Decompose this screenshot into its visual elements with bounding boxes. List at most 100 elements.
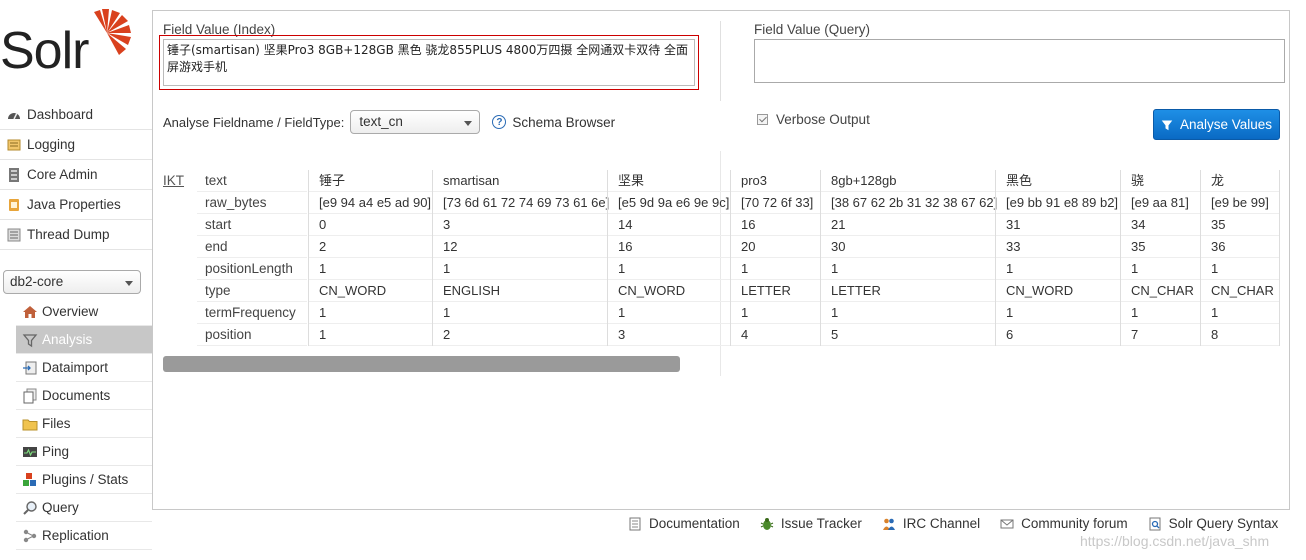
issue-tracker-link[interactable]: Issue Tracker: [760, 516, 862, 531]
token-cell: CN_WORD: [309, 280, 432, 302]
core-item-analysis[interactable]: Analysis: [16, 326, 152, 354]
analyse-values-button[interactable]: Analyse Values: [1153, 109, 1280, 140]
footer-link-label: IRC Channel: [902, 516, 981, 531]
logo-text: Solr: [0, 22, 89, 80]
solr-logo[interactable]: Solr: [0, 8, 140, 78]
nav-label: Core Admin: [27, 167, 98, 182]
token-cell: 骁: [1121, 170, 1200, 192]
token-cell: [e9 94 a4 e5 ad 90]: [309, 192, 432, 214]
token-column: 锤子 [e9 94 a4 e5 ad 90] 0 2 1 CN_WORD 1 1: [308, 170, 432, 346]
token-cell: 0: [309, 214, 432, 236]
core-item-documents[interactable]: Documents: [16, 382, 152, 410]
token-cell: 1: [731, 258, 820, 280]
nav-item-dashboard[interactable]: Dashboard: [0, 100, 152, 130]
query-field-input[interactable]: [754, 39, 1285, 83]
tokenizer-name[interactable]: IKT: [163, 173, 184, 188]
solr-query-syntax-link[interactable]: Solr Query Syntax: [1148, 516, 1278, 531]
token-cell: 1: [608, 302, 730, 324]
attribute-label: start: [197, 214, 307, 236]
core-item-plugins-stats[interactable]: Plugins / Stats: [16, 466, 152, 494]
core-item-files[interactable]: Files: [16, 410, 152, 438]
replication-icon: [23, 529, 37, 542]
solr-sun-icon: [94, 9, 131, 55]
token-cell: 黑色: [996, 170, 1120, 192]
attribute-label: type: [197, 280, 307, 302]
core-selector[interactable]: db2-core: [3, 270, 141, 294]
attribute-label: raw_bytes: [197, 192, 307, 214]
token-cell: CN_CHAR: [1201, 280, 1279, 302]
index-field-highlight: 锤子(smartisan) 坚果Pro3 8GB+128GB 黑色 骁龙855P…: [159, 35, 699, 90]
attribute-label: positionLength: [197, 258, 307, 280]
token-cell: 1: [433, 258, 607, 280]
token-cell: 龙: [1201, 170, 1279, 192]
core-selector-value: db2-core: [10, 274, 64, 289]
token-cell: 36: [1201, 236, 1279, 258]
index-field-input[interactable]: 锤子(smartisan) 坚果Pro3 8GB+128GB 黑色 骁龙855P…: [163, 39, 695, 86]
chevron-down-icon: [125, 281, 133, 286]
token-column: 8gb+128gb [38 67 62 2b 31 32 38 67 62] 2…: [820, 170, 997, 346]
token-column: pro3 [70 72 6f 33] 16 20 1 LETTER 1 4: [730, 170, 820, 346]
token-cell: 12: [433, 236, 607, 258]
token-cell: 1: [433, 302, 607, 324]
schema-browser-link[interactable]: ? Schema Browser: [492, 115, 615, 130]
attribute-label: text: [197, 170, 307, 192]
token-cell: LETTER: [821, 280, 995, 302]
token-cell: 坚果: [608, 170, 730, 192]
token-cell: 1: [996, 258, 1120, 280]
token-cell: pro3: [731, 170, 820, 192]
fieldtype-select[interactable]: text_cn: [350, 110, 481, 134]
nav-label: Java Properties: [27, 197, 121, 212]
token-cell: 20: [731, 236, 820, 258]
token-cell: 16: [608, 236, 730, 258]
core-item-replication[interactable]: Replication: [16, 522, 152, 550]
analysis-panel: Field Value (Index) 锤子(smartisan) 坚果Pro3…: [152, 10, 1290, 510]
core-item-overview[interactable]: Overview: [16, 298, 152, 326]
token-cell: smartisan: [433, 170, 607, 192]
token-cell: [e9 aa 81]: [1121, 192, 1200, 214]
token-cell: 35: [1121, 236, 1200, 258]
documentation-link[interactable]: Documentation: [628, 516, 740, 531]
nav-item-thread-dump[interactable]: Thread Dump: [0, 220, 152, 250]
core-item-ping[interactable]: Ping: [16, 438, 152, 466]
attribute-label: position: [197, 324, 307, 346]
sidebar: Solr Dashboard Logging Core Admin Java P…: [0, 0, 152, 560]
horizontal-scrollbar[interactable]: [163, 356, 680, 372]
token-cell: 1: [1201, 302, 1279, 324]
token-cell: [e9 bb 91 e8 89 b2]: [996, 192, 1120, 214]
token-cell: 2: [433, 324, 607, 346]
nav-item-core-admin[interactable]: Core Admin: [0, 160, 152, 190]
nav-item-logging[interactable]: Logging: [0, 130, 152, 160]
java-icon: [9, 198, 19, 211]
core-item-query[interactable]: Query: [16, 494, 152, 522]
chevron-down-icon: [464, 121, 473, 126]
community-forum-link[interactable]: Community forum: [1000, 516, 1128, 531]
nav-label: Dataimport: [42, 360, 109, 375]
token-cell: [73 6d 61 72 74 69 73 61 6e]: [433, 192, 609, 214]
irc-channel-link[interactable]: IRC Channel: [882, 516, 980, 531]
nav-item-java-properties[interactable]: Java Properties: [0, 190, 152, 220]
token-cell: 8gb+128gb: [821, 170, 995, 192]
verbose-output-toggle[interactable]: Verbose Output: [757, 112, 870, 127]
dataimport-icon: [23, 361, 37, 374]
footer-link-label: Community forum: [1021, 516, 1128, 531]
token-cell: 30: [821, 236, 995, 258]
token-cell: 1: [309, 302, 432, 324]
token-cell: 7: [1121, 324, 1200, 346]
logging-icon: [7, 139, 21, 150]
core-item-dataimport[interactable]: Dataimport: [16, 354, 152, 382]
nav-label: Thread Dump: [27, 227, 110, 242]
thread-dump-icon: [7, 228, 21, 241]
token-cell: CN_WORD: [608, 280, 730, 302]
nav-label: Ping: [42, 444, 70, 459]
verbose-checkbox[interactable]: [757, 114, 768, 125]
nav-label: Query: [42, 500, 79, 515]
token-cell: 1: [821, 302, 995, 324]
token-cell: 4: [731, 324, 820, 346]
verbose-label: Verbose Output: [776, 112, 870, 127]
token-cell: 35: [1201, 214, 1279, 236]
nav-label: Replication: [42, 528, 109, 543]
nav-label: Plugins / Stats: [42, 472, 129, 487]
nav-label: Files: [42, 416, 71, 431]
bug-icon: [760, 517, 774, 530]
token-cell: [e5 9d 9a e6 9e 9c]: [608, 192, 730, 214]
